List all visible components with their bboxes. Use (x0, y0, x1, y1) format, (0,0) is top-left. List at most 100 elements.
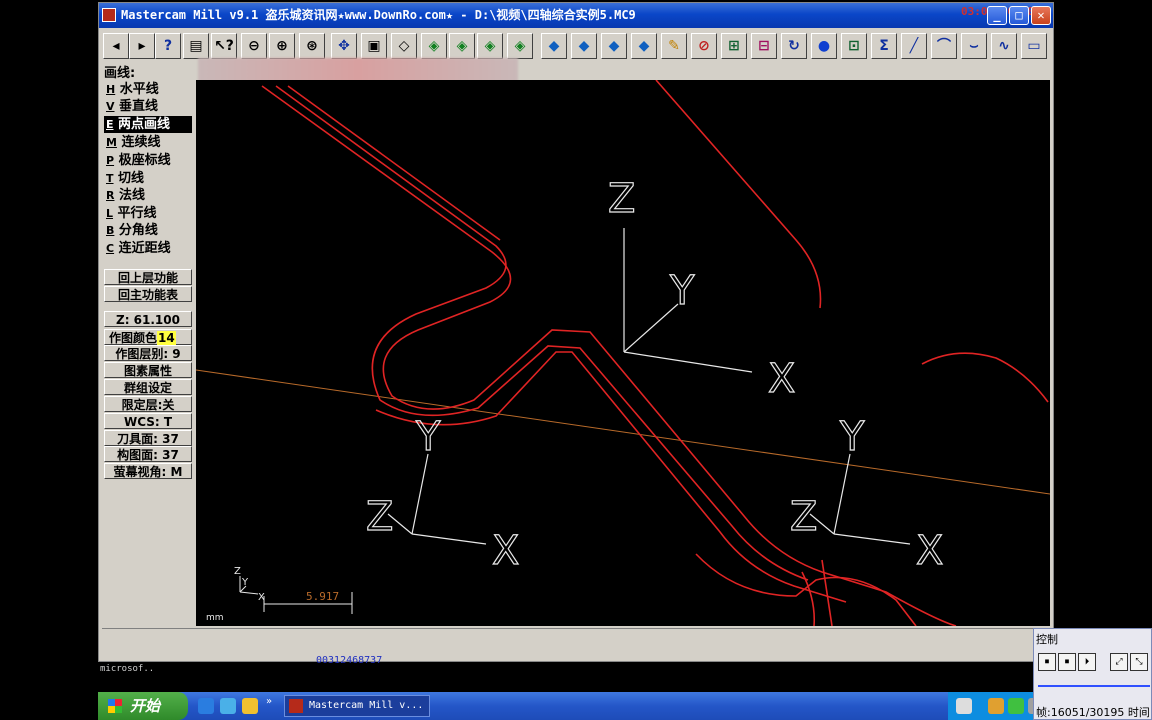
cplane-3d-icon[interactable]: ◆ (631, 33, 657, 59)
profile-right-far (921, 352, 1049, 403)
pan-icon[interactable]: ✥ (331, 33, 357, 59)
fit-icon[interactable]: ⤢ (1110, 653, 1128, 671)
cad-drawing: Z Y X Y Z X Y Z X Z Y X mm 5.917 (196, 80, 1050, 626)
tplane-button[interactable]: 刀具面: 37 (104, 430, 192, 446)
menu-item-two-point[interactable]: E 两点画线 (104, 116, 192, 133)
back-icon[interactable]: ◂ (103, 33, 129, 59)
help-icon[interactable]: ? (155, 33, 181, 59)
play-icon[interactable]: ⏵ (1078, 653, 1096, 671)
status-bar (102, 628, 1048, 661)
cplane-top-icon[interactable]: ◆ (541, 33, 567, 59)
profile-outer (261, 85, 957, 626)
zoom-in-icon[interactable]: ⊕ (269, 33, 295, 59)
menu-item-polyline[interactable]: M 连续线 (104, 134, 161, 151)
progress-track[interactable] (1038, 685, 1150, 687)
menu-item-tangent[interactable]: T 切线 (104, 170, 144, 187)
main-menu-button[interactable]: 回主功能表 (104, 286, 192, 302)
pointer-help-icon[interactable]: ↖? (211, 33, 237, 59)
cplane-button[interactable]: 构图面: 37 (104, 446, 192, 462)
ie-icon[interactable] (198, 698, 214, 714)
list-icon[interactable]: ▤ (183, 33, 209, 59)
axes-left (387, 453, 487, 545)
menu-item-normal[interactable]: R 法线 (104, 187, 145, 204)
minimize-button[interactable]: _ (987, 6, 1007, 25)
rotate-view-icon[interactable]: ◇ (391, 33, 417, 59)
color-value: 14 (157, 331, 176, 345)
mastercam-icon (289, 699, 303, 713)
axis-main-y: Y (669, 268, 695, 314)
axes-right (809, 453, 911, 545)
rectangle-icon[interactable]: ▭ (1021, 33, 1047, 59)
profile-branch (821, 559, 833, 626)
level-button[interactable]: 作图层别: 9 (104, 345, 192, 361)
undo-icon[interactable]: ↻ (781, 33, 807, 59)
quicklaunch-chevron[interactable]: » (266, 696, 272, 707)
units-label: mm (206, 613, 224, 623)
profile-branch-2 (801, 571, 816, 626)
cplane-side-icon[interactable]: ◆ (601, 33, 627, 59)
fillet-icon[interactable]: ⌣ (961, 33, 987, 59)
zoom-fit-icon[interactable]: ⊛ (299, 33, 325, 59)
start-button[interactable]: 开始 (98, 692, 188, 720)
tray-icon-1[interactable] (988, 698, 1004, 714)
title-bar[interactable]: Mastercam Mill v9.1 盗乐城资讯网★www.DownRo.co… (99, 3, 1053, 28)
qq-icon[interactable] (242, 698, 258, 714)
arc-icon[interactable]: ⌒ (931, 33, 957, 59)
close-button[interactable]: ✕ (1031, 6, 1051, 25)
side-view-icon[interactable]: ◈ (507, 33, 533, 59)
axis-right-y: Y (839, 414, 865, 460)
menu-item-bisect[interactable]: B 分角线 (104, 222, 158, 239)
axis-right-z: Z (790, 494, 817, 540)
tray-icon-2[interactable] (1008, 698, 1024, 714)
delete-icon[interactable]: ⊘ (691, 33, 717, 59)
profile-inner-1 (275, 85, 809, 581)
menu-item-polar[interactable]: P 极座标线 (104, 152, 171, 169)
transform-icon[interactable]: ⊞ (721, 33, 747, 59)
menu-item-horizontal[interactable]: H 水平线 (104, 81, 159, 98)
front-view-icon[interactable]: ◈ (477, 33, 503, 59)
sigma-icon[interactable]: Σ (871, 33, 897, 59)
browser-icon[interactable] (220, 698, 236, 714)
zoom-out-icon[interactable]: ⊖ (241, 33, 267, 59)
menu-item-vertical[interactable]: V 垂直线 (104, 98, 158, 115)
stop-icon[interactable]: ⏹ (1038, 653, 1056, 671)
menu-item-parallel[interactable]: L 平行线 (104, 205, 157, 222)
group-icon[interactable]: ⊡ (841, 33, 867, 59)
frame-readout: 帧:16051/30195 时间 (1036, 706, 1150, 719)
axis-left-y: Y (415, 414, 441, 460)
mini-axis-y: Y (241, 577, 249, 588)
keyboard-icon[interactable] (956, 698, 972, 714)
forward-icon[interactable]: ▸ (129, 33, 155, 59)
pencil-icon[interactable]: ✎ (661, 33, 687, 59)
window-zoom-icon[interactable]: ▣ (361, 33, 387, 59)
attributes-button[interactable]: 图素属性 (104, 362, 192, 378)
wcs-button[interactable]: WCS: T (104, 413, 192, 429)
shade-icon[interactable]: ● (811, 33, 837, 59)
iso-view-icon[interactable]: ◈ (421, 33, 447, 59)
z-depth-button[interactable]: Z: 61.100 (104, 311, 192, 327)
construction-line (196, 369, 1050, 495)
frame-counter: 00312468737 (316, 655, 383, 666)
window-title: Mastercam Mill v9.1 盗乐城资讯网★www.DownRo.co… (121, 8, 636, 22)
windows-taskbar: 开始 » Mastercam Mill v... (98, 692, 1152, 720)
mini-axis-x: X (258, 592, 265, 603)
translate-icon[interactable]: ⊟ (751, 33, 777, 59)
fullscreen-icon[interactable]: ⤡ (1130, 653, 1148, 671)
graphics-viewport[interactable]: Z Y X Y Z X Y Z X Z Y X mm 5.917 (196, 80, 1050, 626)
app-icon[interactable] (102, 8, 116, 22)
spline-icon[interactable]: ∿ (991, 33, 1017, 59)
color-button[interactable]: 作图颜色14 (104, 329, 192, 345)
top-view-icon[interactable]: ◈ (449, 33, 475, 59)
axis-left-z: Z (366, 494, 393, 540)
mask-button[interactable]: 限定层:关 (104, 396, 192, 412)
gview-button[interactable]: 萤幕视角: M (104, 463, 192, 479)
group-button[interactable]: 群组设定 (104, 379, 192, 395)
recorder-control-panel: 控制 ⏹ ⏹ ⏵ ⤢ ⤡ 帧:16051/30195 时间 (1033, 628, 1152, 720)
maximize-button[interactable]: □ (1009, 6, 1029, 25)
pause-icon[interactable]: ⏹ (1058, 653, 1076, 671)
menu-item-closest[interactable]: C 连近距线 (104, 240, 171, 257)
line-icon[interactable]: ╱ (901, 33, 927, 59)
back-menu-button[interactable]: 回上层功能 (104, 269, 192, 285)
cplane-front-icon[interactable]: ◆ (571, 33, 597, 59)
taskbar-mastercam-item[interactable]: Mastercam Mill v... (284, 695, 430, 717)
